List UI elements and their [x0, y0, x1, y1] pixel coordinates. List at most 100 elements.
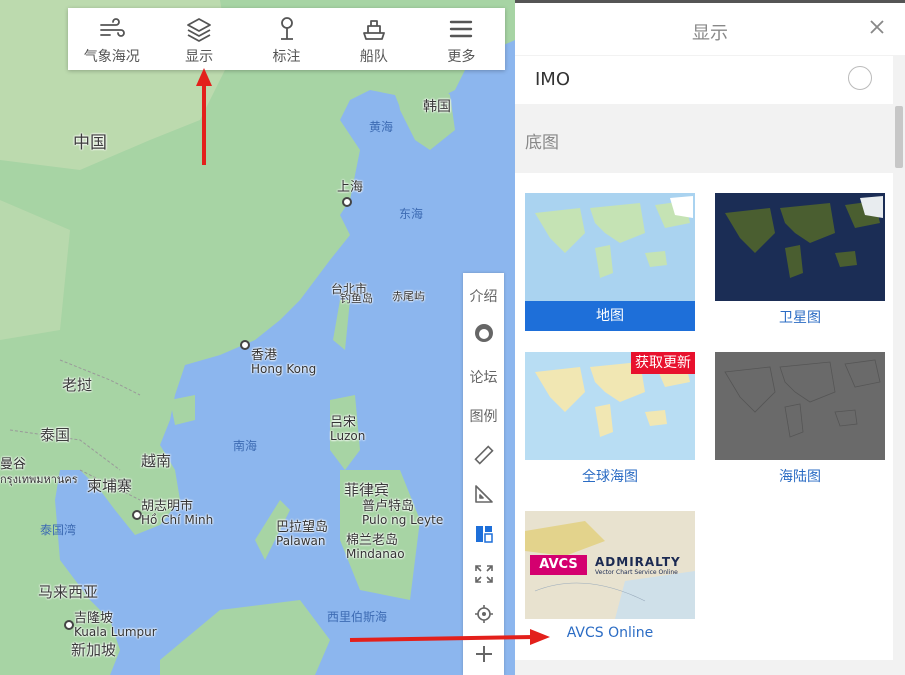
map-label-south-sea: 南海 [233, 439, 258, 453]
plus-icon [475, 646, 492, 662]
menu-icon [450, 20, 473, 38]
map-label-thailand: 泰国 [40, 426, 71, 444]
zoom-in-button[interactable] [463, 636, 504, 672]
expand-icon [474, 565, 493, 583]
map-label-laos: 老挝 [62, 376, 93, 394]
close-icon[interactable] [867, 17, 887, 37]
basemap-map-thumbnail [525, 193, 695, 301]
headset-icon [474, 324, 493, 342]
panel-title: 显示 [692, 23, 728, 44]
map-label-luzon-cn: 吕宋 [330, 415, 357, 430]
map-label-pulong-en: Pulo ng Leyte [362, 513, 444, 528]
display-panel: 显示 IMO 底图 地图 卫星图 获取更新 全球海图 海陆图 AVCS ADMI… [515, 0, 905, 675]
map-label-philippines: 菲律宾 [344, 481, 390, 499]
map-label-hcm-cn: 胡志明市 [141, 499, 194, 514]
admiralty-brand: ADMIRALTY [595, 555, 681, 569]
support-button[interactable] [463, 315, 504, 351]
layers-icon [187, 18, 212, 42]
toolbar-display-label: 显示 [185, 49, 214, 65]
map-label-hongkong: 香港 Hong Kong [251, 348, 316, 376]
imo-row: IMO [515, 56, 893, 104]
basemap-avcs-thumbnail: AVCS ADMIRALTY Vector Chart Service Onli… [525, 511, 695, 619]
map-label-shanghai: 上海 [337, 180, 364, 195]
basemap-map-label: 地图 [525, 301, 695, 331]
locate-button[interactable] [463, 596, 504, 632]
borneo-landmass [160, 600, 330, 675]
measure-angle-button[interactable] [463, 476, 504, 512]
legend-label: 图例 [469, 409, 498, 425]
ruler-icon [473, 445, 494, 465]
toolbar-annotate-label: 标注 [272, 49, 301, 65]
map-label-diaoyu: 钓鱼岛 [340, 292, 373, 305]
avcs-tag: AVCS [530, 555, 587, 575]
legend-button[interactable]: 图例 [463, 398, 504, 434]
crosshair-icon [474, 605, 493, 623]
map-label-cambodia: 柬埔寨 [87, 477, 133, 495]
map-label-china: 中国 [73, 133, 107, 153]
forum-button[interactable]: 论坛 [463, 359, 504, 395]
ruler-button[interactable] [463, 437, 504, 473]
basemap-card-satellite[interactable]: 卫星图 [715, 193, 885, 327]
map-label-mindanao-cn: 棉兰老岛 [346, 533, 399, 548]
update-badge[interactable]: 获取更新 [631, 352, 695, 374]
layout-button[interactable] [463, 516, 504, 552]
map-label-kl-cn: 吉隆坡 [74, 611, 114, 626]
map-label-kl-en: Kuala Lumpur [74, 625, 157, 640]
map-label-thai-script: กรุงเทพมหานคร [0, 473, 78, 486]
forum-label: 论坛 [469, 370, 498, 386]
map-label-luzon: 吕宋 Luzon [330, 415, 366, 444]
side-tools-column: 介绍 论坛 图例 [463, 273, 504, 675]
map-label-korea: 韩国 [423, 99, 451, 115]
basemap-card-global-chart[interactable]: 获取更新 全球海图 [525, 352, 695, 486]
basemap-global-chart-thumbnail: 获取更新 [525, 352, 695, 460]
map-label-vietnam: 越南 [141, 452, 172, 470]
map-label-gulf-thailand: 泰国湾 [40, 523, 77, 537]
basemap-card-avcs[interactable]: AVCS ADMIRALTY Vector Chart Service Onli… [525, 511, 695, 641]
map-label-mindanao: 棉兰老岛 Mindanao [346, 533, 405, 562]
toolbar-more-label: 更多 [447, 49, 476, 65]
imo-label: IMO [535, 69, 571, 90]
toolbar-weather-button[interactable]: 气象海况 [68, 8, 155, 70]
map-label-luzon-en: Luzon [330, 429, 366, 444]
imo-toggle[interactable] [848, 66, 872, 90]
set-square-icon [474, 485, 493, 503]
map-label-palawan-en: Palawan [276, 534, 326, 549]
map-label-bangkok: 曼谷 [0, 457, 27, 472]
panel-header: 显示 [515, 3, 905, 55]
basemap-global-chart-label: 全球海图 [582, 469, 638, 485]
map-label-hongkong-cn: 香港 [251, 348, 278, 363]
map-label-hcm-en: Hồ Chí Minh [141, 513, 214, 528]
avcs-tagline: Vector Chart Service Online [595, 569, 678, 576]
map-label-mindanao-en: Mindanao [346, 547, 405, 562]
map-label-celebes: 西里伯斯海 [327, 610, 388, 624]
basemap-section-title: 底图 [525, 133, 559, 153]
intro-label: 介绍 [469, 289, 498, 305]
map-label-east-sea: 东海 [399, 207, 424, 221]
top-toolbar: 气象海况 显示 标注 船队 更多 [68, 8, 505, 70]
sea-land-thumb [715, 352, 885, 460]
basemap-satellite-thumbnail [715, 193, 885, 301]
basemap-card-map[interactable]: 地图 [525, 193, 695, 331]
map-label-singapore: 新加坡 [71, 641, 117, 659]
map-label-yellow-sea: 黄海 [369, 120, 394, 134]
ship-icon [363, 20, 385, 40]
toolbar-fleet-button[interactable]: 船队 [330, 8, 417, 70]
panel-scrollbar[interactable] [895, 106, 903, 168]
basemap-card-sea-land[interactable]: 海陆图 [715, 352, 885, 486]
map-canvas[interactable]: 中国 韩国 黄海 东海 上海 台北市 钓鱼岛 赤尾屿 香港 Hong Kong … [0, 0, 515, 675]
map-label-palawan: 巴拉望岛 Palawan [276, 520, 329, 549]
map-label-malaysia: 马来西亚 [38, 583, 99, 601]
city-dot-shanghai [342, 197, 352, 207]
map-label-pulong-cn: 普卢特岛 [362, 499, 415, 514]
basemap-grid: 地图 卫星图 获取更新 全球海图 海陆图 AVCS ADMIRALTY Vect… [515, 173, 893, 660]
map-label-palawan-cn: 巴拉望岛 [276, 520, 329, 535]
basemap-avcs-label: AVCS Online [566, 625, 654, 641]
intro-button[interactable]: 介绍 [463, 278, 504, 314]
satellite-map-thumb [715, 193, 885, 301]
toolbar-more-button[interactable]: 更多 [418, 8, 505, 70]
city-dot-hongkong [240, 340, 250, 350]
toolbar-display-button[interactable]: 显示 [155, 8, 242, 70]
pin-icon [280, 17, 293, 40]
toolbar-annotate-button[interactable]: 标注 [243, 8, 330, 70]
fullscreen-button[interactable] [463, 556, 504, 592]
